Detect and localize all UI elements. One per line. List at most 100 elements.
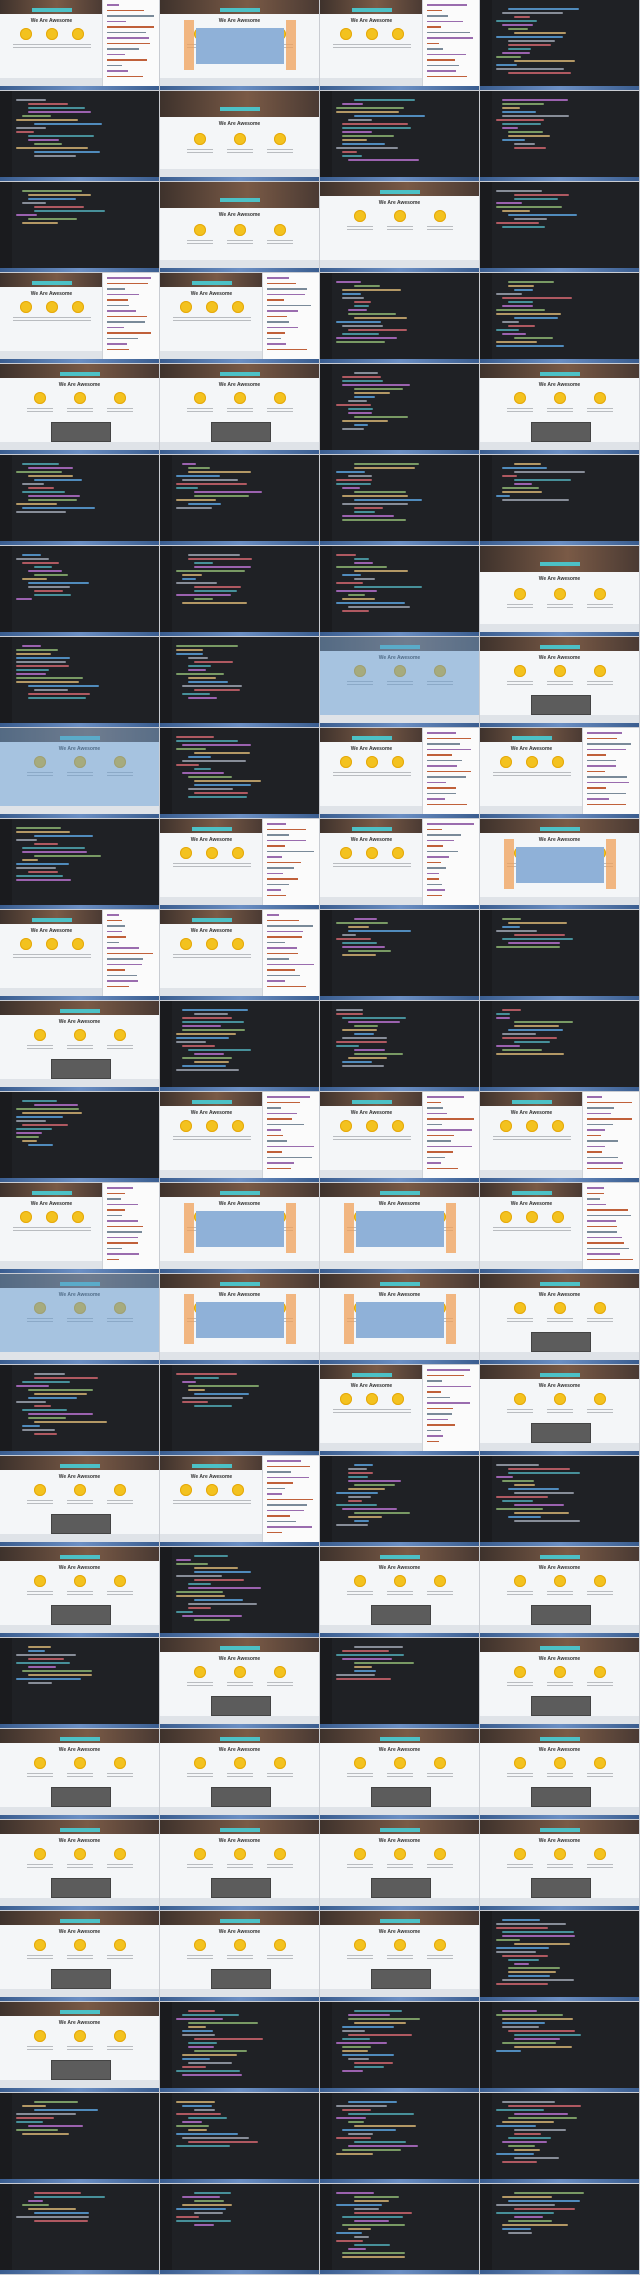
modal-dialog[interactable] (51, 422, 111, 442)
website-preview-thumbnail[interactable]: We Are Awesome (0, 1911, 160, 2002)
code-editor-thumbnail[interactable] (320, 1456, 480, 1547)
website-preview-thumbnail[interactable]: We Are Awesome (320, 1820, 480, 1911)
devtools-panel[interactable] (262, 273, 319, 359)
modal-dialog[interactable] (531, 1605, 591, 1625)
website-preview-thumbnail[interactable]: We Are Awesome (0, 1456, 160, 1547)
website-preview-thumbnail[interactable]: We Are Awesome (480, 1547, 640, 1638)
modal-dialog[interactable] (531, 1332, 591, 1352)
website-preview-thumbnail[interactable]: We Are Awesome (480, 728, 640, 819)
code-editor-thumbnail[interactable] (160, 546, 320, 637)
devtools-panel[interactable] (102, 1183, 159, 1269)
code-editor-thumbnail[interactable] (0, 1365, 160, 1456)
devtools-panel[interactable] (262, 910, 319, 996)
website-preview-thumbnail[interactable]: We Are Awesome (160, 273, 320, 364)
devtools-panel[interactable] (262, 1456, 319, 1542)
website-preview-thumbnail[interactable]: We Are Awesome (0, 728, 160, 819)
code-editor-thumbnail[interactable] (320, 91, 480, 182)
website-preview-thumbnail[interactable]: We Are Awesome (320, 637, 480, 728)
website-preview-thumbnail[interactable]: We Are Awesome (480, 1820, 640, 1911)
code-editor-thumbnail[interactable] (480, 455, 640, 546)
website-preview-thumbnail[interactable]: We Are Awesome (0, 1820, 160, 1911)
website-preview-thumbnail[interactable]: We Are Awesome (160, 1911, 320, 2002)
devtools-panel[interactable] (422, 0, 479, 86)
code-editor-thumbnail[interactable] (160, 1001, 320, 1092)
website-preview-thumbnail[interactable]: We Are Awesome (160, 1820, 320, 1911)
code-editor-thumbnail[interactable] (160, 2184, 320, 2275)
modal-dialog[interactable] (531, 1696, 591, 1716)
website-preview-thumbnail[interactable]: We Are Awesome (160, 1456, 320, 1547)
modal-dialog[interactable] (531, 1787, 591, 1807)
code-editor-thumbnail[interactable] (0, 455, 160, 546)
website-preview-thumbnail[interactable]: We Are Awesome (320, 1365, 480, 1456)
website-preview-thumbnail[interactable]: We Are Awesome (320, 728, 480, 819)
modal-dialog[interactable] (51, 2060, 111, 2080)
code-editor-thumbnail[interactable] (0, 91, 160, 182)
code-editor-thumbnail[interactable] (320, 1001, 480, 1092)
code-editor-thumbnail[interactable] (320, 910, 480, 1001)
website-preview-thumbnail[interactable]: We Are Awesome (0, 1547, 160, 1638)
devtools-panel[interactable] (422, 728, 479, 814)
website-preview-thumbnail[interactable]: We Are Awesome (0, 1183, 160, 1274)
website-preview-thumbnail[interactable]: We Are Awesome (480, 1092, 640, 1183)
website-preview-thumbnail[interactable]: We Are Awesome (160, 1729, 320, 1820)
code-editor-thumbnail[interactable] (0, 637, 160, 728)
code-editor-thumbnail[interactable] (0, 546, 160, 637)
code-editor-thumbnail[interactable] (160, 728, 320, 819)
code-editor-thumbnail[interactable] (320, 364, 480, 455)
modal-dialog[interactable] (211, 1696, 271, 1716)
website-preview-thumbnail[interactable]: We Are Awesome (480, 1638, 640, 1729)
website-preview-thumbnail[interactable]: We Are Awesome (320, 1911, 480, 2002)
modal-dialog[interactable] (211, 1787, 271, 1807)
code-editor-thumbnail[interactable] (480, 1911, 640, 2002)
devtools-panel[interactable] (102, 910, 159, 996)
code-editor-thumbnail[interactable] (320, 546, 480, 637)
devtools-panel[interactable] (582, 1183, 639, 1269)
code-editor-thumbnail[interactable] (0, 182, 160, 273)
code-editor-thumbnail[interactable] (0, 2184, 160, 2275)
website-preview-thumbnail[interactable]: We Are Awesome (160, 182, 320, 273)
devtools-panel[interactable] (262, 819, 319, 905)
website-preview-thumbnail[interactable]: We Are Awesome (480, 819, 640, 910)
modal-dialog[interactable] (371, 1605, 431, 1625)
website-preview-thumbnail[interactable]: We Are Awesome (320, 819, 480, 910)
website-preview-thumbnail[interactable]: We Are Awesome (480, 1729, 640, 1820)
website-preview-thumbnail[interactable]: We Are Awesome (0, 1274, 160, 1365)
devtools-panel[interactable] (582, 728, 639, 814)
modal-dialog[interactable] (531, 422, 591, 442)
modal-dialog[interactable] (51, 1514, 111, 1534)
code-editor-thumbnail[interactable] (160, 455, 320, 546)
code-editor-thumbnail[interactable] (320, 1638, 480, 1729)
devtools-panel[interactable] (422, 819, 479, 905)
modal-dialog[interactable] (371, 1787, 431, 1807)
website-preview-thumbnail[interactable]: We Are Awesome (320, 1274, 480, 1365)
website-preview-thumbnail[interactable]: We Are Awesome (0, 273, 160, 364)
website-preview-thumbnail[interactable]: We Are Awesome (0, 2002, 160, 2093)
code-editor-thumbnail[interactable] (160, 2093, 320, 2184)
website-preview-thumbnail[interactable]: We Are Awesome (160, 0, 320, 91)
modal-dialog[interactable] (211, 1878, 271, 1898)
website-preview-thumbnail[interactable]: We Are Awesome (160, 364, 320, 455)
website-preview-thumbnail[interactable]: We Are Awesome (0, 1001, 160, 1092)
modal-dialog[interactable] (51, 1969, 111, 1989)
devtools-panel[interactable] (262, 1092, 319, 1178)
code-editor-thumbnail[interactable] (480, 91, 640, 182)
website-preview-thumbnail[interactable]: We Are Awesome (480, 1274, 640, 1365)
modal-dialog[interactable] (531, 1423, 591, 1443)
code-editor-thumbnail[interactable] (480, 1456, 640, 1547)
code-editor-thumbnail[interactable] (160, 1365, 320, 1456)
code-editor-thumbnail[interactable] (0, 1638, 160, 1729)
code-editor-thumbnail[interactable] (480, 2093, 640, 2184)
code-editor-thumbnail[interactable] (480, 1001, 640, 1092)
devtools-panel[interactable] (422, 1365, 479, 1451)
code-editor-thumbnail[interactable] (160, 2002, 320, 2093)
website-preview-thumbnail[interactable]: We Are Awesome (0, 910, 160, 1001)
website-preview-thumbnail[interactable]: We Are Awesome (160, 1183, 320, 1274)
code-editor-thumbnail[interactable] (320, 273, 480, 364)
website-preview-thumbnail[interactable]: We Are Awesome (320, 1183, 480, 1274)
website-preview-thumbnail[interactable]: We Are Awesome (480, 637, 640, 728)
website-preview-thumbnail[interactable]: We Are Awesome (320, 0, 480, 91)
devtools-panel[interactable] (102, 0, 159, 86)
code-editor-thumbnail[interactable] (160, 1547, 320, 1638)
devtools-panel[interactable] (422, 1092, 479, 1178)
website-preview-thumbnail[interactable]: We Are Awesome (480, 364, 640, 455)
